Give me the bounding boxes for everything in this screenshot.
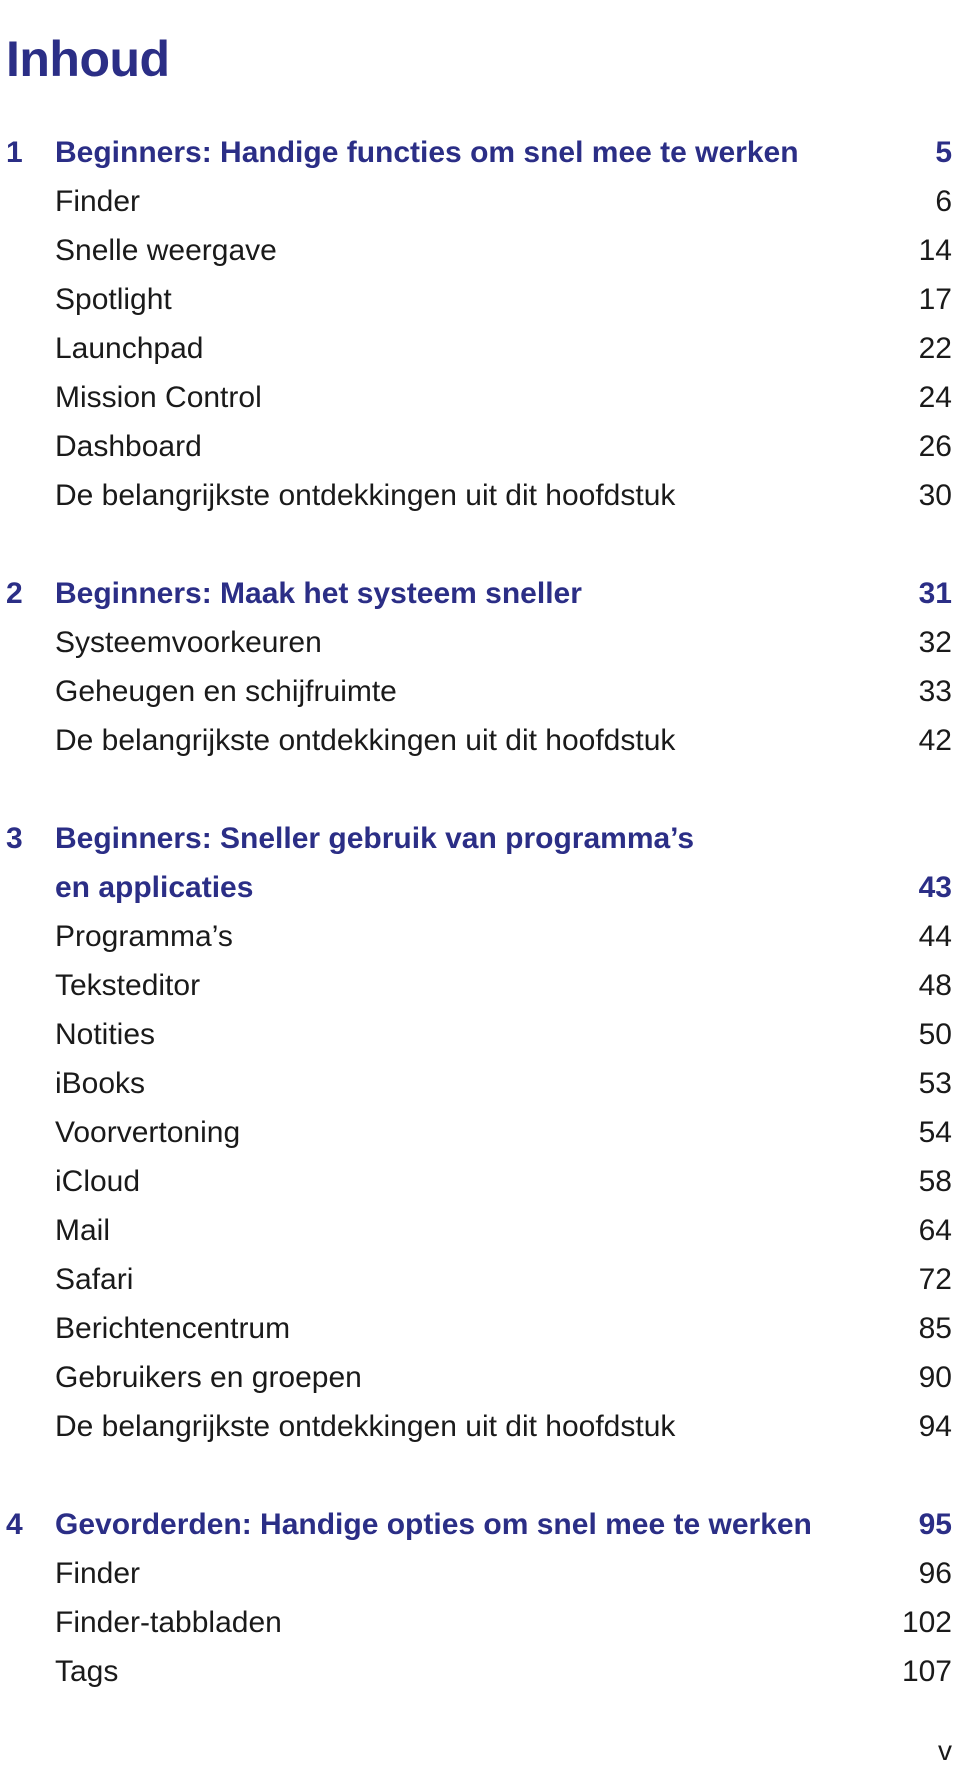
- toc-entry[interactable]: Finder 6: [0, 177, 952, 226]
- entry-page: 107: [901, 1655, 952, 1688]
- entry-page: 17: [918, 283, 952, 316]
- entry-label: De belangrijkste ontdekkingen uit dit ho…: [55, 724, 676, 757]
- chapter-page: 31: [918, 577, 952, 610]
- chapter-page: 5: [935, 136, 952, 169]
- entry-page: 50: [918, 1018, 952, 1051]
- entry-label: Gebruikers en groepen: [55, 1361, 362, 1394]
- entry-page: 64: [918, 1214, 952, 1247]
- entry-label: Mission Control: [55, 381, 262, 414]
- entry-label: iBooks: [55, 1067, 146, 1100]
- entry-label: De belangrijkste ontdekkingen uit dit ho…: [55, 479, 676, 512]
- entry-page: 14: [918, 234, 952, 267]
- entry-label: Programma’s: [55, 920, 233, 953]
- table-of-contents: 1 Beginners: Handige functies om snel me…: [0, 128, 952, 1696]
- toc-chapter-4[interactable]: 4 Gevorderden: Handige opties om snel me…: [0, 1500, 952, 1549]
- entry-page: 30: [918, 479, 952, 512]
- toc-chapter-1[interactable]: 1 Beginners: Handige functies om snel me…: [0, 128, 952, 177]
- entry-label: Finder: [55, 1557, 141, 1590]
- toc-entry[interactable]: Finder-tabbladen 102: [0, 1598, 952, 1647]
- entry-page: 42: [918, 724, 952, 757]
- entry-label: Berichtencentrum: [55, 1312, 291, 1345]
- chapter-number: 4: [6, 1508, 23, 1541]
- toc-entry[interactable]: Gebruikers en groepen 90: [0, 1353, 952, 1402]
- entry-label: Launchpad: [55, 332, 204, 365]
- toc-chapter-3-continued[interactable]: en applicaties 43: [0, 863, 952, 912]
- entry-page: 6: [935, 185, 952, 218]
- entry-page: 90: [918, 1361, 952, 1394]
- entry-page: 54: [918, 1116, 952, 1149]
- toc-entry[interactable]: De belangrijkste ontdekkingen uit dit ho…: [0, 1402, 952, 1451]
- toc-entry[interactable]: Geheugen en schijfruimte 33: [0, 667, 952, 716]
- entry-label: Safari: [55, 1263, 134, 1296]
- toc-entry[interactable]: Voorvertoning 54: [0, 1108, 952, 1157]
- entry-page: 72: [918, 1263, 952, 1296]
- chapter-title: Beginners: Handige functies om snel mee …: [55, 136, 799, 169]
- toc-chapter-3[interactable]: 3 Beginners: Sneller gebruik van program…: [0, 814, 952, 863]
- entry-label: Systeemvoorkeuren: [55, 626, 322, 659]
- toc-entry[interactable]: Snelle weergave 14: [0, 226, 952, 275]
- entry-page: 102: [901, 1606, 952, 1639]
- toc-entry[interactable]: Safari 72: [0, 1255, 952, 1304]
- toc-entry[interactable]: Mission Control 24: [0, 373, 952, 422]
- page-number-marker: v: [938, 1735, 952, 1766]
- entry-label: Finder: [55, 185, 141, 218]
- entry-page: 85: [918, 1312, 952, 1345]
- entry-page: 24: [918, 381, 952, 414]
- entry-page: 94: [918, 1410, 952, 1443]
- chapter-title-line-1: Beginners: Sneller gebruik van programma…: [55, 822, 695, 855]
- entry-label: iCloud: [55, 1165, 141, 1198]
- toc-entry[interactable]: De belangrijkste ontdekkingen uit dit ho…: [0, 471, 952, 520]
- chapter-number: 1: [6, 136, 23, 169]
- toc-entry[interactable]: Notities 50: [0, 1010, 952, 1059]
- toc-entry[interactable]: Finder 96: [0, 1549, 952, 1598]
- entry-label: De belangrijkste ontdekkingen uit dit ho…: [55, 1410, 676, 1443]
- chapter-title: Gevorderden: Handige opties om snel mee …: [55, 1508, 812, 1541]
- toc-entry[interactable]: Systeemvoorkeuren 32: [0, 618, 952, 667]
- entry-label: Voorvertoning: [55, 1116, 241, 1149]
- chapter-page: 43: [918, 871, 952, 904]
- entry-page: 53: [918, 1067, 952, 1100]
- entry-label: Notities: [55, 1018, 156, 1051]
- entry-label: Spotlight: [55, 283, 172, 316]
- toc-entry[interactable]: Mail 64: [0, 1206, 952, 1255]
- toc-entry[interactable]: Tags 107: [0, 1647, 952, 1696]
- toc-entry[interactable]: Teksteditor 48: [0, 961, 952, 1010]
- toc-entry[interactable]: Berichtencentrum 85: [0, 1304, 952, 1353]
- toc-entry[interactable]: Dashboard 26: [0, 422, 952, 471]
- entry-page: 58: [918, 1165, 952, 1198]
- entry-page: 96: [918, 1557, 952, 1590]
- entry-page: 48: [918, 969, 952, 1002]
- toc-chapter-2[interactable]: 2 Beginners: Maak het systeem sneller 31: [0, 569, 952, 618]
- entry-page: 33: [918, 675, 952, 708]
- toc-entry[interactable]: Spotlight 17: [0, 275, 952, 324]
- entry-page: 44: [918, 920, 952, 953]
- toc-entry[interactable]: De belangrijkste ontdekkingen uit dit ho…: [0, 716, 952, 765]
- entry-label: Finder-tabbladen: [55, 1606, 282, 1639]
- entry-label: Dashboard: [55, 430, 202, 463]
- entry-label: Teksteditor: [55, 969, 201, 1002]
- chapter-number: 3: [6, 822, 23, 855]
- entry-page: 26: [918, 430, 952, 463]
- chapter-title-line-2: en applicaties: [55, 871, 254, 904]
- entry-label: Mail: [55, 1214, 111, 1247]
- toc-entry[interactable]: Launchpad 22: [0, 324, 952, 373]
- chapter-title: Beginners: Maak het systeem sneller: [55, 577, 582, 610]
- chapter-number: 2: [6, 577, 23, 610]
- page-title: Inhoud: [6, 30, 170, 87]
- entry-label: Snelle weergave: [55, 234, 277, 267]
- entry-label: Tags: [55, 1655, 119, 1688]
- entry-page: 22: [918, 332, 952, 365]
- toc-entry[interactable]: Programma’s 44: [0, 912, 952, 961]
- toc-entry[interactable]: iBooks 53: [0, 1059, 952, 1108]
- toc-entry[interactable]: iCloud 58: [0, 1157, 952, 1206]
- entry-page: 32: [918, 626, 952, 659]
- entry-label: Geheugen en schijfruimte: [55, 675, 397, 708]
- chapter-page: 95: [918, 1508, 952, 1541]
